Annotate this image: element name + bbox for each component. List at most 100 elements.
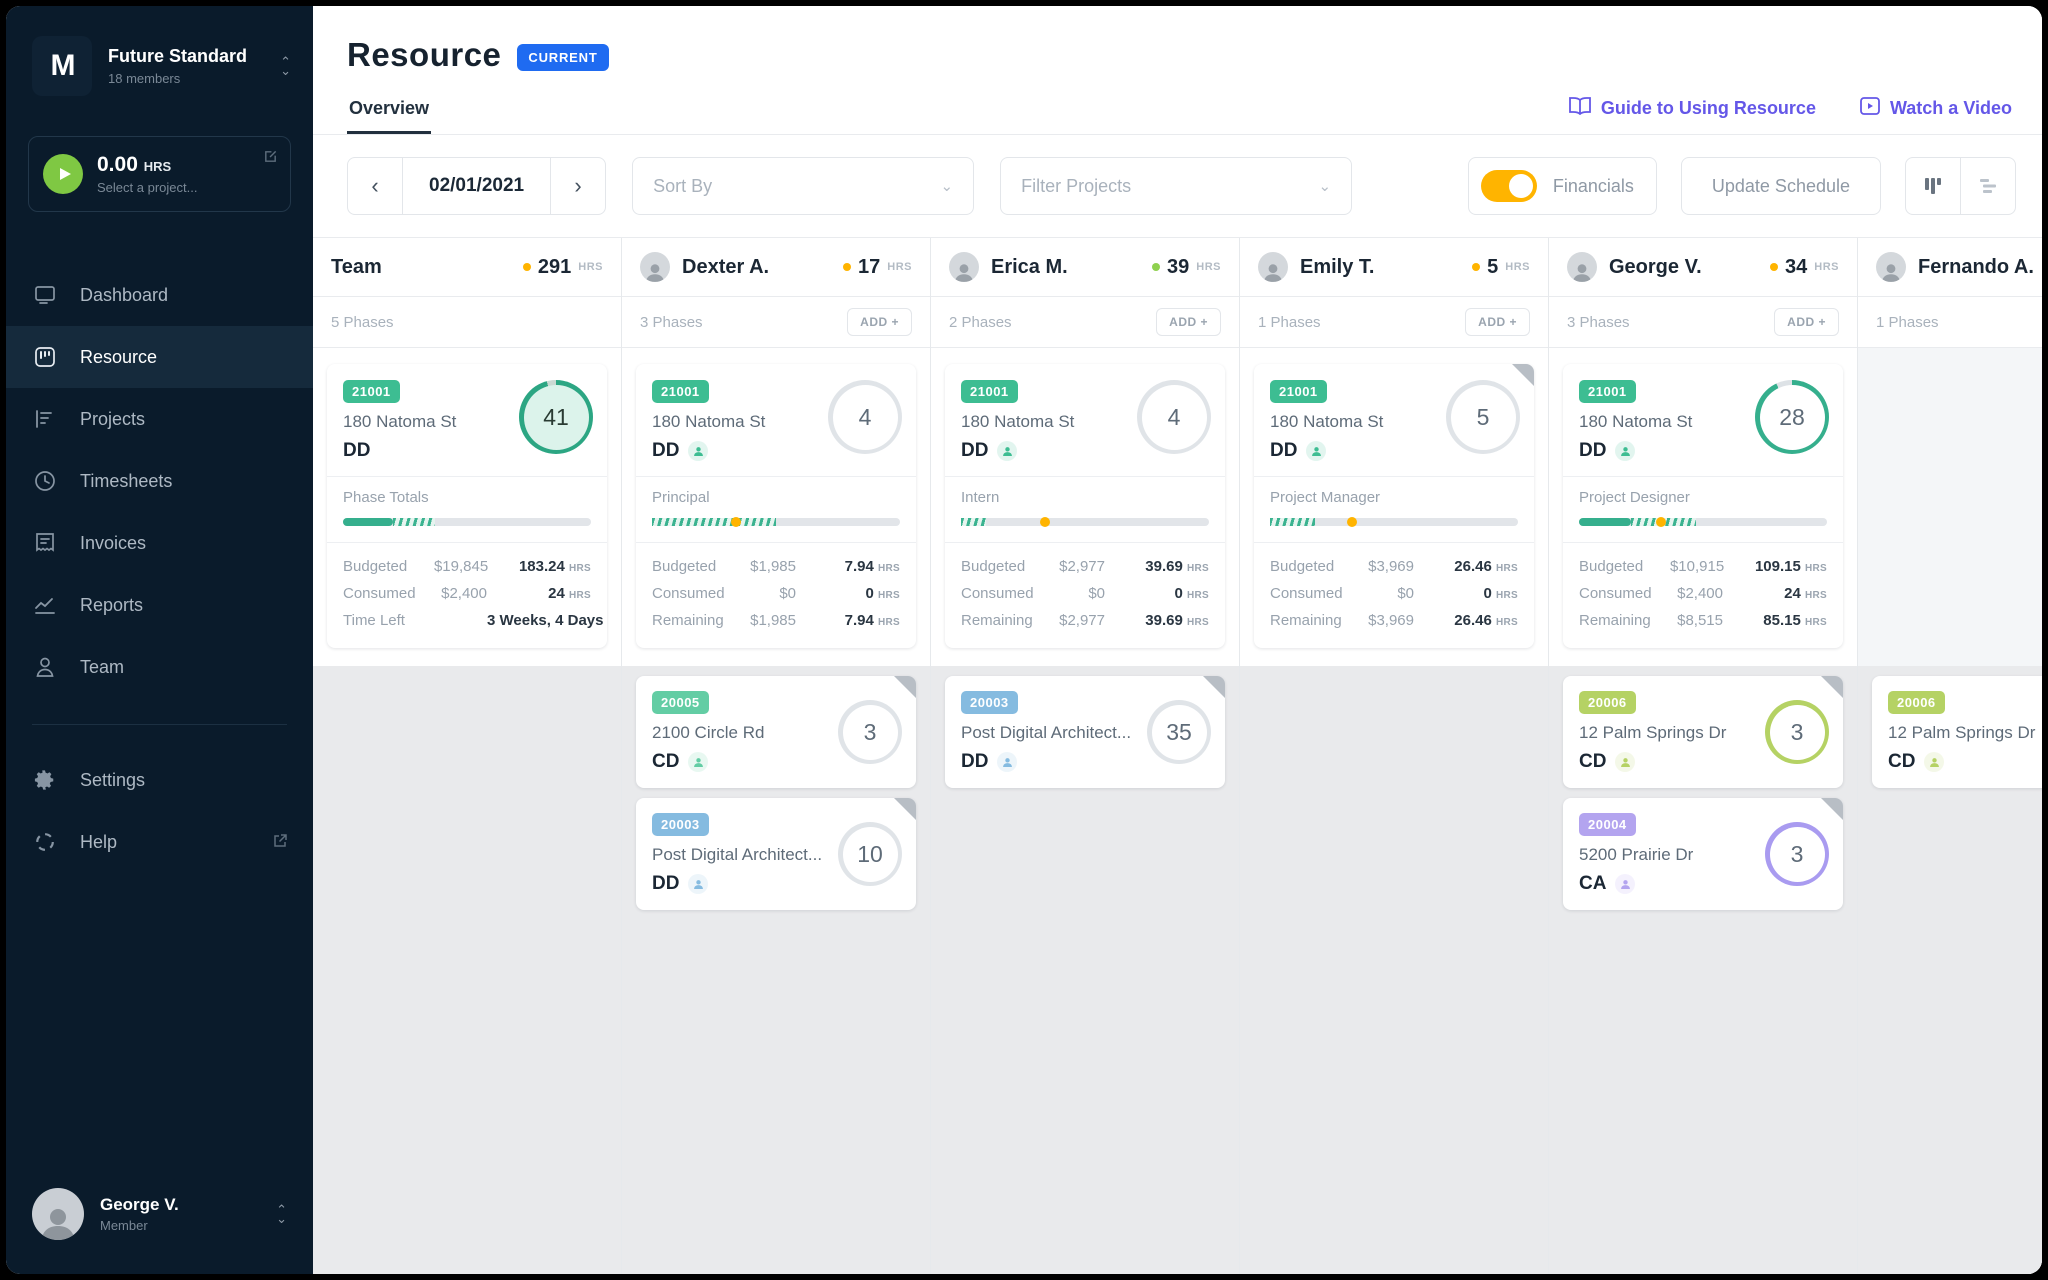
project-code-badge: 21001 — [652, 380, 709, 403]
progress-bar — [652, 518, 900, 526]
watch-video-link[interactable]: Watch a Video — [1860, 97, 2012, 120]
user-menu[interactable]: George V. Member ⌃⌄ — [6, 1188, 313, 1274]
hours-unit: HRS — [1196, 261, 1221, 273]
guide-link[interactable]: Guide to Using Resource — [1569, 97, 1816, 120]
add-phase-button[interactable]: ADD + — [847, 308, 912, 336]
sidebar-item-timesheets[interactable]: Timesheets — [6, 450, 313, 512]
filter-projects-select[interactable]: Filter Projects ⌄ — [1000, 157, 1352, 215]
phase-mini-card[interactable]: 20003Post Digital Architect...DD10 — [636, 798, 916, 910]
book-icon — [1569, 97, 1591, 120]
video-play-icon — [1860, 97, 1880, 120]
progress-hatch — [1270, 518, 1315, 526]
sidebar-item-dashboard[interactable]: Dashboard — [6, 264, 313, 326]
phase-mini-card[interactable]: 200052100 Circle RdCD3 — [636, 676, 916, 788]
play-icon[interactable] — [43, 154, 83, 194]
financial-hours: 0 HRS — [1414, 585, 1518, 602]
member-column-george-v: George V.34HRS3 PhasesADD +21001180 Nato… — [1549, 238, 1858, 1274]
phase-stage: DD — [652, 440, 679, 462]
phase-stage: CA — [1579, 873, 1606, 895]
phase-count-row: 3 PhasesADD + — [1549, 297, 1857, 348]
update-schedule-button[interactable]: Update Schedule — [1681, 157, 1881, 215]
sidebar-item-team[interactable]: Team — [6, 636, 313, 698]
sidebar-item-projects[interactable]: Projects — [6, 388, 313, 450]
sort-by-select[interactable]: Sort By ⌄ — [632, 157, 974, 215]
financial-hours: 3 Weeks, 4 Days — [487, 612, 591, 629]
resource-grid: Team291HRS5 Phases21001180 Natoma StDD41… — [313, 237, 2042, 1274]
external-link-icon — [273, 832, 287, 853]
date-value[interactable]: 02/01/2021 — [402, 158, 551, 214]
phase-hours-value: 10 — [843, 827, 898, 882]
card-progress-section: Project Designer — [1563, 477, 1843, 543]
card-top-section: 21001180 Natoma StDD4 — [945, 364, 1225, 477]
org-logo: M — [32, 36, 92, 96]
financial-money: $8,515 — [1677, 612, 1723, 629]
filter-placeholder: Filter Projects — [1021, 176, 1131, 197]
assignee-dot-icon — [997, 752, 1017, 772]
phase-summary-card[interactable]: 21001180 Natoma StDD41Phase TotalsBudget… — [327, 364, 607, 648]
add-phase-button[interactable]: ADD + — [1465, 308, 1530, 336]
next-date-button[interactable]: › — [551, 158, 605, 214]
financial-hours: 7.94 HRS — [796, 558, 900, 575]
list-view-icon[interactable] — [1960, 158, 2015, 214]
progress-hatch — [961, 518, 986, 526]
org-switcher[interactable]: M Future Standard 18 members ⌃⌄ — [6, 6, 313, 96]
member-column-team: Team291HRS5 Phases21001180 Natoma StDD41… — [313, 238, 622, 1274]
tab-overview[interactable]: Overview — [347, 84, 431, 134]
phase-mini-card[interactable]: 20003Post Digital Architect...DD35 — [945, 676, 1225, 788]
financial-money: $1,985 — [750, 558, 796, 575]
financials-toggle[interactable] — [1481, 170, 1537, 202]
financial-money: $10,915 — [1670, 558, 1724, 575]
phase-stage: DD — [961, 440, 988, 462]
phase-summary-card[interactable]: 21001180 Natoma StDD5Project ManagerBudg… — [1254, 364, 1534, 648]
financial-money: $2,400 — [1677, 585, 1723, 602]
sidebar-item-label: Projects — [80, 409, 145, 430]
phase-mini-card[interactable]: 200045200 Prairie DrCA3 — [1563, 798, 1843, 910]
phase-count: 1 Phases — [1258, 314, 1321, 331]
financial-row: Budgeted$19,845183.24 HRS — [343, 553, 591, 580]
financials-control: Financials — [1468, 157, 1657, 215]
card-top-section: 21001180 Natoma StDD4 — [636, 364, 916, 477]
financial-money: $19,845 — [434, 558, 488, 575]
phase-mini-card[interactable]: 2000612 Palm Springs DrCD3 — [1563, 676, 1843, 788]
corner-fold-icon — [894, 676, 916, 698]
sidebar-item-help[interactable]: Help — [6, 811, 313, 873]
sidebar-item-invoices[interactable]: Invoices — [6, 512, 313, 574]
view-switcher — [1905, 157, 2016, 215]
financial-money: $2,977 — [1059, 612, 1105, 629]
phase-stage: CD — [1579, 751, 1606, 773]
progress-bar — [343, 518, 591, 526]
board-view-icon[interactable] — [1906, 158, 1960, 214]
status-dot-icon — [843, 263, 851, 271]
sidebar-item-settings[interactable]: Settings — [6, 749, 313, 811]
financial-hours: 183.24 HRS — [488, 558, 591, 575]
phase-count-row: 1 Phases ADD + — [1240, 297, 1548, 348]
phase-mini-card[interactable]: 2000612 Palm Springs DrCD — [1872, 676, 2042, 788]
column-name: Erica M. — [991, 256, 1068, 279]
financial-row: Consumed$2,40024 HRS — [343, 580, 591, 607]
hours-unit: HRS — [1187, 590, 1209, 601]
resource-icon — [32, 346, 58, 368]
phase-summary-card[interactable]: 21001180 Natoma StDD4PrincipalBudgeted$1… — [636, 364, 916, 648]
hours-unit: HRS — [1805, 563, 1827, 574]
phase-hours-value: 3 — [843, 705, 898, 760]
financial-hours: 24 HRS — [1723, 585, 1827, 602]
prev-date-button[interactable]: ‹ — [348, 158, 402, 214]
financials-label: Financials — [1553, 176, 1634, 197]
progress-solid — [1579, 518, 1631, 526]
phase-summary-card[interactable]: 21001180 Natoma StDD4InternBudgeted$2,97… — [945, 364, 1225, 648]
add-phase-button[interactable]: ADD + — [1774, 308, 1839, 336]
timer-widget[interactable]: 0.00 HRS Select a project... — [28, 136, 291, 212]
assignee-dot-icon — [997, 441, 1017, 461]
current-badge: CURRENT — [517, 44, 608, 71]
hours-unit: HRS — [1496, 617, 1518, 628]
phase-count-row: 1 Phases — [1858, 297, 2042, 348]
phase-summary-card[interactable]: 21001180 Natoma StDD28Project DesignerBu… — [1563, 364, 1843, 648]
first-row-cell: 21001180 Natoma StDD4PrincipalBudgeted$1… — [622, 348, 930, 666]
add-phase-button[interactable]: ADD + — [1156, 308, 1221, 336]
sidebar-item-resource[interactable]: Resource — [6, 326, 313, 388]
avatar — [32, 1188, 84, 1240]
timer-project-placeholder[interactable]: Select a project... — [97, 180, 197, 195]
phase-hours-circle: 5 — [1446, 380, 1520, 454]
sidebar-item-reports[interactable]: Reports — [6, 574, 313, 636]
edit-icon[interactable] — [263, 149, 278, 169]
